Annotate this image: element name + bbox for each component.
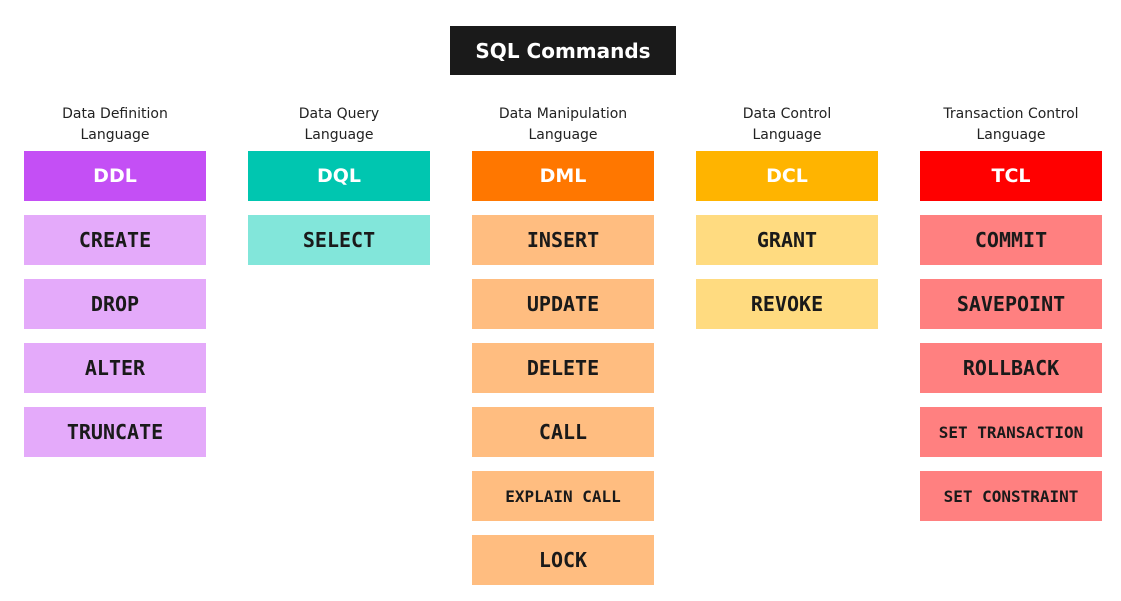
category-header-dcl: DCL [696,151,878,201]
command-box: INSERT [472,215,654,265]
caption-line: Language [752,127,822,143]
column-caption: Data Control Language [696,104,878,148]
caption-line: Language [80,127,150,143]
caption-line: Language [304,127,374,143]
command-box: COMMIT [920,215,1102,265]
command-box: ALTER [24,343,206,393]
command-box: ROLLBACK [920,343,1102,393]
caption-line: Data Control [742,106,832,122]
column-caption: Transaction Control Language [920,104,1102,148]
column-caption: Data Definition Language [24,104,206,148]
command-box: DROP [24,279,206,329]
category-header-ddl: DDL [24,151,206,201]
category-header-dql: DQL [248,151,430,201]
column-ddl: Data Definition Language DDL CREATE DROP ALTE… [24,104,206,471]
command-box: CREATE [24,215,206,265]
command-box: DELETE [472,343,654,393]
command-box: EXPLAIN CALL [472,471,654,521]
caption-line: Data Query [298,106,380,122]
category-header-dml: DML [472,151,654,201]
category-header-tcl: TCL [920,151,1102,201]
command-box: GRANT [696,215,878,265]
column-caption: Data Query Language [248,104,430,148]
caption-line: Data Definition [62,106,168,122]
caption-line: Transaction Control [943,106,1079,122]
column-dql: Data Query Language DQL SELECT [248,104,430,279]
caption-line: Data Manipulation [498,106,628,122]
command-box: LOCK [472,535,654,585]
column-dml: Data Manipulation Language DML INSERT UPDATE… [472,104,654,599]
diagram-title: SQL Commands [450,26,676,75]
caption-line: Language [528,127,598,143]
column-dcl: Data Control Language DCL GRANT REVOKE [696,104,878,343]
column-tcl: Transaction Control Language TCL COMMIT SAVE… [920,104,1102,535]
command-box: UPDATE [472,279,654,329]
command-box: SET TRANSACTION [920,407,1102,457]
command-box: SELECT [248,215,430,265]
command-box: SAVEPOINT [920,279,1102,329]
column-caption: Data Manipulation Language [472,104,654,148]
command-box: SET CONSTRAINT [920,471,1102,521]
command-box: CALL [472,407,654,457]
command-box: REVOKE [696,279,878,329]
caption-line: Language [976,127,1046,143]
command-box: TRUNCATE [24,407,206,457]
